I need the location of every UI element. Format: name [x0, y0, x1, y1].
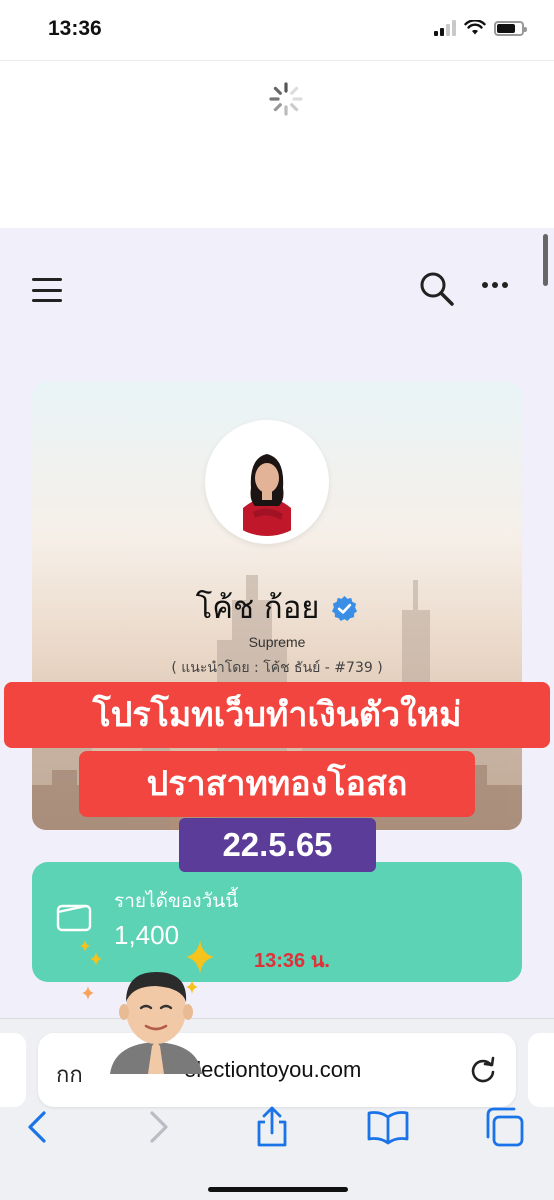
loading-area	[0, 60, 554, 228]
referral-text: ( แนะนำโดย : โค้ช ธันย์ - #739 )	[171, 660, 383, 676]
previous-tab-preview[interactable]	[0, 1033, 26, 1107]
status-bar: 13:36	[0, 0, 554, 60]
loading-spinner-icon	[269, 82, 303, 116]
sparkle-icon	[82, 986, 94, 1000]
cellular-signal-icon	[434, 20, 456, 36]
more-options-button[interactable]	[482, 282, 508, 288]
profile-rank: Supreme	[248, 634, 306, 650]
verified-badge-icon	[332, 595, 358, 622]
profile-name: โค้ช ก้อย	[195, 590, 320, 626]
next-tab-preview[interactable]	[528, 1033, 554, 1107]
avatar-photo	[213, 428, 321, 536]
status-icons	[434, 20, 527, 36]
browser-toolbar	[0, 1105, 554, 1165]
menu-button[interactable]	[32, 278, 62, 302]
share-icon[interactable]	[250, 1105, 294, 1149]
back-icon[interactable]	[16, 1105, 60, 1149]
status-time: 13:36	[48, 17, 102, 40]
date-badge: 22.5.65	[179, 818, 376, 872]
page-content: โค้ช ก้อย Supreme ( แนะนำโดย : โค้ช ธันย…	[0, 228, 554, 1018]
promo-banner-line1: โปรโมทเว็บทำเงินตัวใหม่	[4, 682, 550, 748]
scrollbar[interactable]	[543, 234, 548, 286]
tabs-icon[interactable]	[482, 1105, 526, 1149]
income-timestamp: 13:36 น.	[254, 950, 330, 972]
promo-banner-line2: ปราสาททองโอสถ	[79, 751, 475, 817]
wallet-icon	[56, 904, 92, 932]
browser-chrome: กก electiontoyou.com	[0, 1018, 554, 1200]
sparkle-icon	[80, 940, 90, 952]
bookmarks-icon[interactable]	[366, 1105, 410, 1149]
page-settings-button[interactable]: กก	[56, 1057, 83, 1092]
avatar[interactable]	[205, 420, 329, 544]
reload-icon[interactable]	[468, 1055, 498, 1085]
wifi-icon	[464, 20, 486, 35]
income-label: รายได้ของวันนี้	[114, 890, 239, 912]
battery-icon	[494, 20, 527, 36]
memoji-praying-sticker	[110, 972, 202, 1074]
search-icon[interactable]	[418, 270, 456, 308]
forward-icon[interactable]	[136, 1105, 180, 1149]
income-value: 1,400	[114, 920, 180, 950]
profile-name-row: โค้ช ก้อย	[32, 582, 522, 632]
home-indicator	[208, 1187, 348, 1192]
